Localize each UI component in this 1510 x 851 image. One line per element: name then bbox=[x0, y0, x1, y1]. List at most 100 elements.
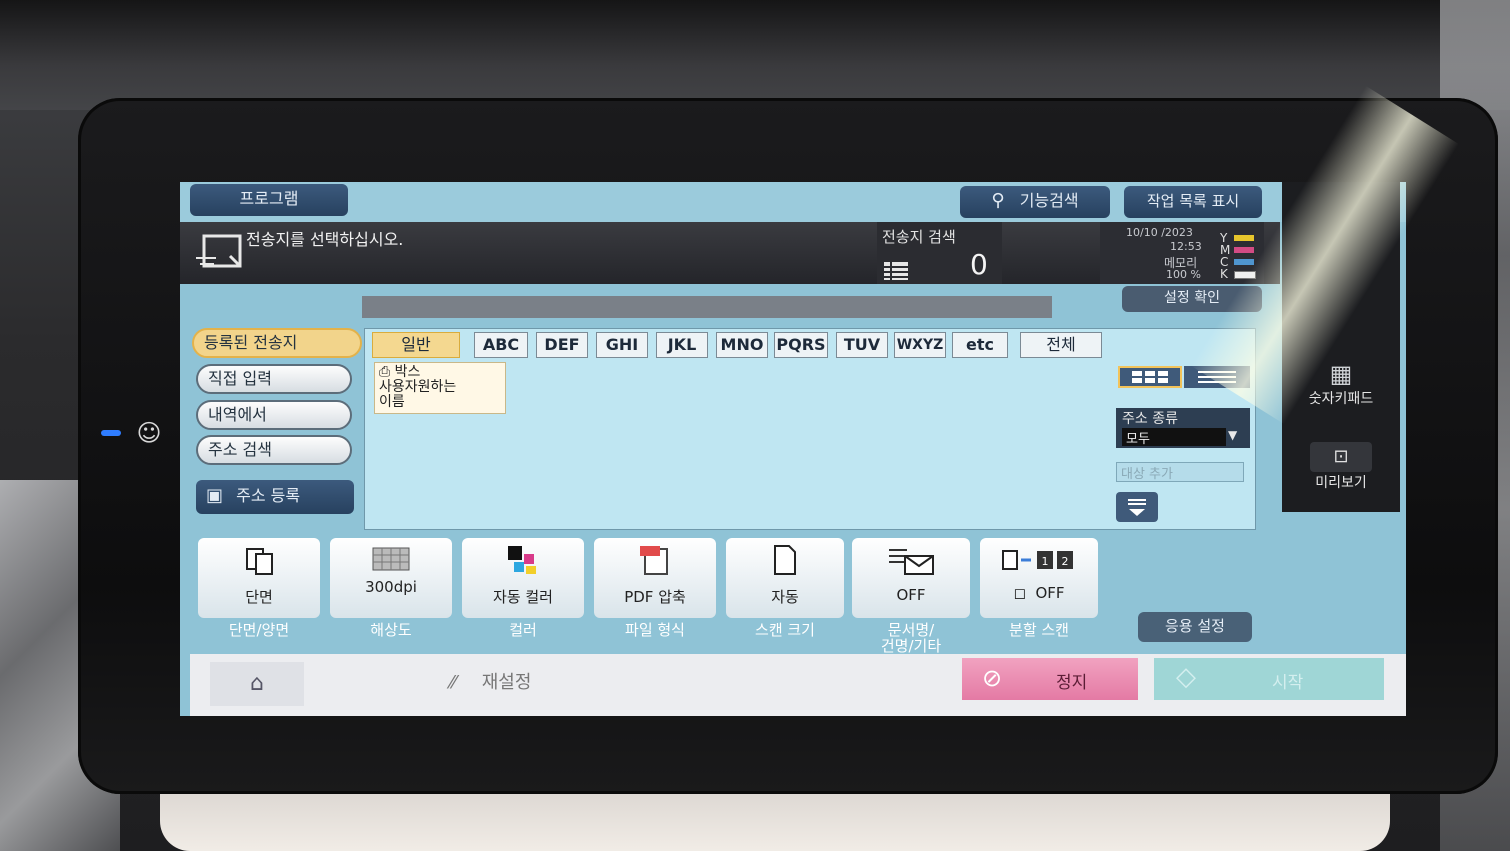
func-color-button[interactable]: 자동 컬러 bbox=[462, 538, 584, 618]
settings-check-label: 설정 확인 bbox=[1164, 290, 1220, 306]
preview-button[interactable]: ⊡ 미리보기 bbox=[1286, 442, 1396, 502]
memory-value: 100 % bbox=[1166, 268, 1201, 281]
job-list-button[interactable]: 작업 목록 표시 bbox=[1124, 186, 1262, 218]
destination-strip bbox=[362, 296, 1052, 318]
grid-view-icon bbox=[1132, 371, 1168, 383]
address-register-label: 주소 등록 bbox=[236, 486, 301, 505]
menu-direct-input-label: 직접 입력 bbox=[208, 369, 272, 388]
chevron-down-icon: ▼ bbox=[1228, 428, 1238, 442]
touch-screen: 프로그램 ⚲ 기능검색 작업 목록 표시 전송지를 선택하십시오. 전송지 검색… bbox=[180, 182, 1406, 716]
func-split-scan-button[interactable]: 12 ◻ OFF bbox=[980, 538, 1098, 618]
start-label: 시작 bbox=[1272, 673, 1304, 693]
index-tab-jkl[interactable]: JKL bbox=[656, 332, 708, 358]
status-date: 10/10 /2023 bbox=[1126, 226, 1193, 239]
application-settings-label: 응용 설정 bbox=[1165, 617, 1225, 635]
status-led bbox=[101, 430, 121, 436]
func-scan-size-button[interactable]: 자동 bbox=[726, 538, 844, 618]
instruction-message: 전송지를 선택하십시오. bbox=[246, 230, 404, 249]
toner-bar-y bbox=[1234, 235, 1254, 241]
pdf-icon bbox=[640, 546, 668, 575]
add-target-input[interactable]: 대상 추가 bbox=[1116, 462, 1244, 482]
preview-icon: ⊡ bbox=[1310, 442, 1372, 472]
search-icon: ⚲ bbox=[991, 190, 1005, 211]
split-scan-icon: 12 bbox=[1002, 550, 1073, 570]
color-icon bbox=[508, 546, 536, 574]
reset-button[interactable]: ⁄⁄ 재설정 bbox=[450, 668, 531, 694]
toner-letter-k: K bbox=[1220, 267, 1228, 281]
stop-button[interactable]: ⊘ 정지 bbox=[962, 658, 1138, 700]
toner-bar-c bbox=[1234, 259, 1254, 265]
menu-address-search[interactable]: 주소 검색 bbox=[196, 435, 352, 465]
func-file-format-value: PDF 압축 bbox=[624, 588, 686, 606]
preview-label: 미리보기 bbox=[1315, 475, 1367, 491]
func-file-format-button[interactable]: PDF 압축 bbox=[594, 538, 716, 618]
func-scan-size-label: 스캔 크기 bbox=[755, 621, 815, 639]
duplex-icon bbox=[246, 548, 273, 575]
menu-direct-input[interactable]: 직접 입력 bbox=[196, 364, 352, 394]
func-doc-name-button[interactable]: OFF bbox=[852, 538, 970, 618]
index-tab-etc[interactable]: etc bbox=[952, 332, 1008, 358]
address-type-label: 주소 종류 bbox=[1122, 411, 1178, 427]
destination-search-label: 전송지 검색 bbox=[882, 228, 956, 246]
func-doc-name-label-line2: 건명/기타 bbox=[880, 637, 942, 655]
func-duplex-label: 단면/양면 bbox=[228, 621, 290, 639]
toner-bar-m bbox=[1234, 247, 1254, 253]
box-type-row: ⎙ 박스 bbox=[379, 365, 501, 380]
destination-item-box[interactable]: ⎙ 박스 사용자원하는 이름 bbox=[374, 362, 506, 414]
func-doc-name-label: 문서명/ 건명/기타 bbox=[852, 622, 970, 656]
status-time: 12:53 bbox=[1170, 240, 1202, 253]
start-icon: ◇ bbox=[1176, 662, 1196, 692]
func-doc-name-value: OFF bbox=[896, 586, 926, 604]
index-tab-wxyz[interactable]: WXYZ bbox=[894, 332, 946, 358]
func-duplex-value: 단면 bbox=[245, 588, 273, 606]
destination-count: 0 bbox=[970, 248, 988, 281]
home-button[interactable]: ⌂ bbox=[210, 662, 304, 706]
start-button[interactable]: ◇ 시작 bbox=[1154, 658, 1384, 700]
job-list-label: 작업 목록 표시 bbox=[1146, 192, 1240, 210]
index-tab-def[interactable]: DEF bbox=[536, 332, 588, 358]
func-resolution-button[interactable]: 300dpi bbox=[330, 538, 452, 618]
home-icon: ⌂ bbox=[250, 671, 264, 696]
func-duplex-button[interactable]: 단면 bbox=[198, 538, 320, 618]
index-tab-all[interactable]: 전체 bbox=[1020, 332, 1102, 358]
list-icon bbox=[884, 262, 908, 280]
destination-icon bbox=[194, 230, 246, 274]
application-settings-button[interactable]: 응용 설정 bbox=[1138, 612, 1252, 642]
menu-address-search-label: 주소 검색 bbox=[208, 440, 272, 459]
index-tab-tuv[interactable]: TUV bbox=[836, 332, 888, 358]
func-split-scan-value-row: ◻ OFF bbox=[980, 584, 1098, 602]
func-color-label: 컬러 bbox=[509, 621, 537, 639]
menu-from-history[interactable]: 내역에서 bbox=[196, 400, 352, 430]
stop-label: 정지 bbox=[1056, 673, 1088, 693]
reset-label: 재설정 bbox=[481, 672, 532, 693]
page-icon bbox=[774, 545, 796, 575]
svg-text:1: 1 bbox=[1042, 555, 1049, 568]
resolution-icon bbox=[372, 547, 410, 571]
func-doc-name-label-line1: 문서명/ bbox=[887, 621, 935, 639]
function-search-label: 기능검색 bbox=[1019, 191, 1079, 210]
func-resolution-value: 300dpi bbox=[365, 578, 417, 596]
menu-registered-destination[interactable]: 등록된 전송지 bbox=[192, 328, 362, 358]
tab-program[interactable]: 프로그램 bbox=[190, 184, 348, 216]
svg-text:2: 2 bbox=[1062, 555, 1069, 568]
index-tab-general[interactable]: 일반 bbox=[372, 332, 460, 358]
box-name-line1: 사용자원하는 bbox=[379, 379, 457, 395]
func-split-scan-value: OFF bbox=[1035, 584, 1065, 602]
tab-program-label: 프로그램 bbox=[239, 189, 299, 208]
address-register-button[interactable]: ▣ 주소 등록 bbox=[196, 480, 354, 514]
index-tab-mno[interactable]: MNO bbox=[716, 332, 768, 358]
reset-icon: ⁄⁄ bbox=[450, 672, 457, 693]
expand-button[interactable] bbox=[1116, 492, 1158, 522]
grid-view-toggle[interactable] bbox=[1118, 366, 1182, 388]
func-scan-size-value: 자동 bbox=[771, 588, 799, 606]
index-tab-abc[interactable]: ABC bbox=[474, 332, 528, 358]
menu-registered-label: 등록된 전송지 bbox=[204, 333, 298, 352]
expand-down-icon bbox=[1128, 499, 1146, 516]
box-icon: ⎙ bbox=[379, 364, 391, 380]
function-search-button[interactable]: ⚲ 기능검색 bbox=[960, 186, 1110, 218]
menu-history-label: 내역에서 bbox=[208, 405, 267, 424]
index-tab-ghi[interactable]: GHI bbox=[596, 332, 648, 358]
func-resolution-label: 해상도 bbox=[370, 621, 412, 639]
index-tab-pqrs[interactable]: PQRS bbox=[774, 332, 828, 358]
power-save-icon[interactable]: ☺ bbox=[134, 418, 164, 448]
